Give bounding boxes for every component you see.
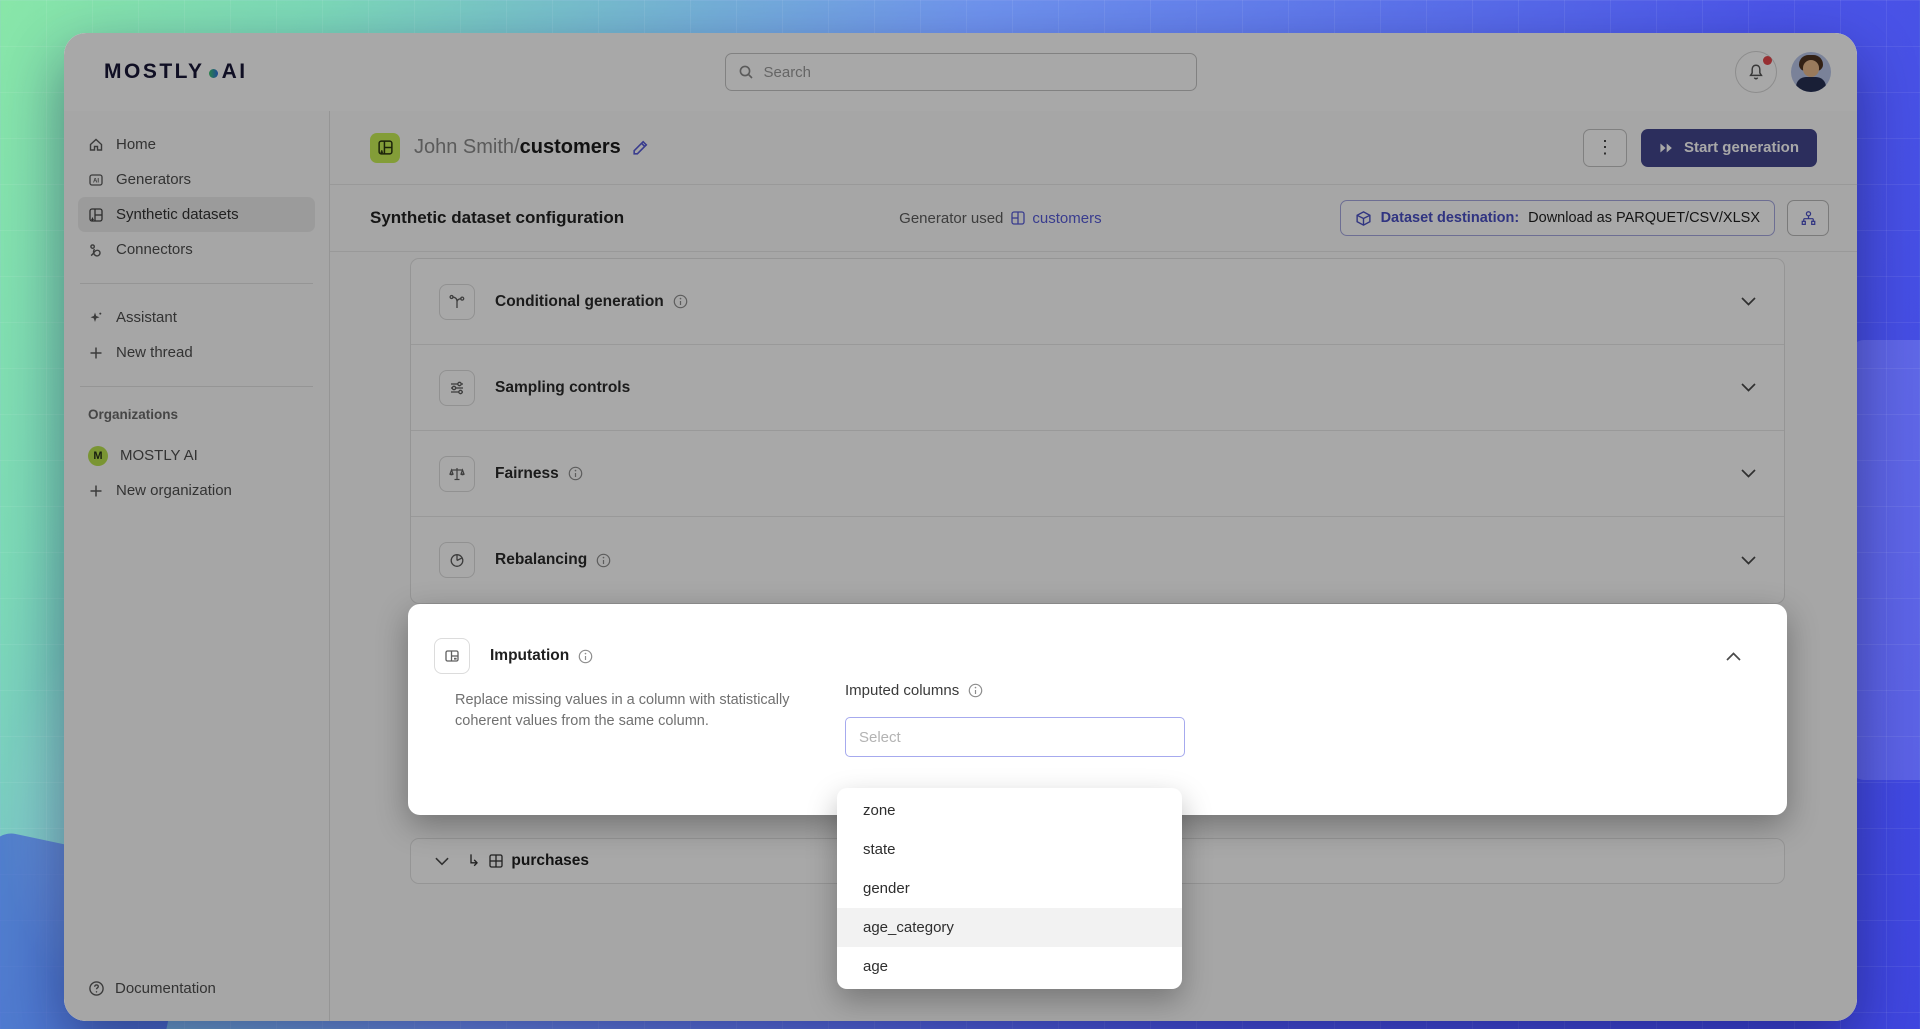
table-columns-icon — [434, 638, 470, 674]
imputation-header[interactable]: Imputation — [408, 604, 1787, 674]
imputed-columns-select[interactable] — [845, 717, 1185, 757]
option-age-category[interactable]: age_category — [837, 908, 1182, 947]
imputation-card: Imputation Replace missing values in a c… — [408, 604, 1787, 815]
imputation-description: Replace missing values in a column with … — [455, 690, 790, 757]
imputation-body: Replace missing values in a column with … — [408, 674, 1787, 757]
chevron-up-icon[interactable] — [1726, 652, 1741, 661]
info-icon[interactable] — [968, 683, 983, 698]
info-icon[interactable] — [578, 649, 593, 664]
column-options-dropdown: zone state gender age_category age — [837, 788, 1182, 989]
imputed-columns-field: Imputed columns — [845, 682, 1185, 757]
option-gender[interactable]: gender — [837, 869, 1182, 908]
section-label: Imputation — [490, 647, 569, 665]
option-age[interactable]: age — [837, 947, 1182, 986]
field-label: Imputed columns — [845, 682, 959, 699]
option-state[interactable]: state — [837, 830, 1182, 869]
app-window: MOSTLY AI Home — [64, 33, 1857, 1021]
background-panel-shape — [1850, 340, 1920, 780]
option-zone[interactable]: zone — [837, 791, 1182, 830]
